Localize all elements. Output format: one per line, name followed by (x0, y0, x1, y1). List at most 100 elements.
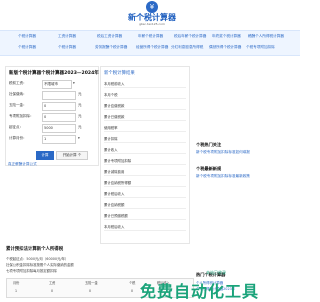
result-label: 使用税率 (104, 126, 118, 130)
result-row: 累计已缴税款 (104, 112, 186, 121)
top-navigation: 个税计算器 工资计算器 税后工资计算器 年薪个税计算器 税后年薪个税计算器 年终… (0, 30, 300, 56)
result-row: 累计应纳税额 (104, 200, 186, 209)
insurance-input[interactable]: 0 (42, 102, 76, 111)
result-label: 累计已缴税款 (104, 115, 125, 119)
result-row: 本月个税 (104, 90, 186, 99)
month-label: 计算月份： (9, 136, 27, 140)
result-label: 累计收入 (104, 148, 118, 152)
row-salary: 税前工资： 不限城市 ▾ (9, 80, 95, 89)
result-row: 累计专项附加扣除 (104, 156, 186, 165)
city-select[interactable]: 不限城市 (42, 80, 72, 89)
bottom-text-2: 社保公积金扣除标准按照个人实际缴纳的金额 (6, 263, 74, 267)
row-special: 专项附加扣除： 0 元 (9, 113, 95, 122)
social-label: 社保缴纳： (9, 92, 27, 96)
header: ¥ 新个税计算器 gbsc.tax125.com (0, 0, 300, 29)
row-social: 社保缴纳： 元 (9, 91, 95, 100)
chevron-down-icon: ▾ (73, 81, 75, 85)
threshold-label: 起征点： (9, 125, 23, 129)
result-row: 累计应缴税款 (104, 101, 186, 110)
result-title: 新个税计算结果 (104, 71, 135, 76)
special-unit: 元 (78, 114, 82, 118)
result-card: 新个税计算结果 本月税前收入 本月个税 累计应缴税款 累计已缴税款 使用税率 累… (100, 66, 190, 244)
result-label: 累计应纳税额 (104, 203, 125, 207)
result-label: 累计已预缴税额 (104, 214, 128, 218)
result-label: 累计减除费用 (104, 170, 125, 174)
result-row: 累计税后收入 (104, 189, 186, 198)
special-value: 0 (44, 115, 47, 119)
result-label: 累计专项附加扣除 (104, 159, 132, 163)
result-row: 累计应纳税所得额 (104, 178, 186, 187)
result-label: 累计税后收入 (104, 192, 125, 196)
hot-topic-link[interactable]: 新个税专项附加扣除标准如何填报 (196, 150, 250, 155)
nav-item-1[interactable]: 个税计算器 (18, 34, 36, 39)
insurance-unit: 元 (78, 103, 82, 107)
result-label: 本月税后收入 (104, 225, 125, 229)
formula-link[interactable]: 真正薪酬计算公式 (8, 162, 37, 167)
table-header: 五险一金 (85, 281, 98, 285)
city-value: 不限城市 (44, 82, 58, 86)
calculate-button[interactable]: 计算 (36, 151, 54, 160)
watermark-text: 免费自动化工具 (140, 282, 260, 301)
table-header: 工资 (49, 281, 56, 285)
result-row: 累计减除费用 (104, 167, 186, 176)
logo-icon: ¥ (146, 1, 158, 13)
table-cell: 0 (89, 289, 92, 293)
watermark-subtitle: 本站已收录 (206, 270, 226, 275)
result-label: 本月税前收入 (104, 82, 125, 86)
row-threshold: 起征点： 5000 元 (9, 124, 95, 133)
reset-button[interactable]: 开始计算 个 (56, 151, 88, 160)
table-header: 月份 (13, 281, 20, 285)
nav-item-14[interactable]: 个税专项附加扣除 (246, 45, 275, 50)
month-select[interactable]: 1 (42, 135, 76, 144)
threshold-unit: 元 (78, 125, 82, 129)
result-label: 累计应缴税款 (104, 104, 125, 108)
nav-item-9[interactable]: 个税计算器 (58, 45, 76, 50)
result-label: 累计应纳税所得额 (104, 181, 132, 185)
row-insurance: 五险一金： 0 元 (9, 102, 95, 111)
row-month: 计算月份： 1 ▾ (9, 135, 95, 144)
nav-item-4[interactable]: 年薪个税计算器 (138, 34, 163, 39)
nav-item-8[interactable]: 个税计算器 (18, 45, 36, 50)
nav-item-7[interactable]: 稿酬个人所得税计算器 (248, 34, 284, 39)
nav-item-11[interactable]: 经营所得个税计算器 (136, 45, 168, 50)
new-rules-link[interactable]: 新个税专项附加扣除标准最新政策 (196, 174, 250, 179)
insurance-value: 0 (44, 104, 47, 108)
insurance-label: 五险一金： (9, 103, 27, 107)
nav-item-10[interactable]: 劳务报酬个税计算器 (95, 45, 127, 50)
result-row: 累计收入 (104, 145, 186, 154)
result-row: 累计扣除 (104, 134, 186, 143)
nav-item-3[interactable]: 税后工资计算器 (97, 34, 122, 39)
result-label: 本月个税 (104, 93, 118, 97)
tax-calculator-card: 新版个税计算器个税计算器2023—2024年 税前工资： 不限城市 ▾ 社保缴纳… (5, 66, 99, 166)
social-unit: 元 (78, 92, 82, 96)
threshold-value: 5000 (44, 126, 53, 130)
calculator-title: 新版个税计算器个税计算器2023—2024年 (9, 71, 99, 76)
social-input[interactable] (42, 91, 76, 100)
bottom-text-1: 个税起征点：5000元/月（60000元/年） (6, 257, 69, 261)
result-row: 使用税率 (104, 123, 186, 132)
bottom-text-3: 七项专项附加扣除每月按定额扣除 (6, 269, 57, 273)
nav-item-13[interactable]: 偶然所得个税计算器 (209, 45, 241, 50)
special-input[interactable]: 0 (42, 113, 76, 122)
result-row: 累计已预缴税额 (104, 211, 186, 220)
hot-topics-title: 个税热门关注 (196, 142, 222, 147)
logo-title: 新个税计算器 (128, 13, 176, 22)
threshold-input[interactable]: 5000 (42, 124, 76, 133)
table-cell: 0 (51, 289, 54, 293)
nav-item-5[interactable]: 税后年薪个税计算器 (174, 34, 206, 39)
chevron-down-icon: ▾ (78, 136, 80, 140)
logo-url: gbsc.tax125.com (139, 22, 165, 26)
bottom-title: 累计预扣法计算新个人所得税 (6, 247, 64, 252)
watermark: 本站已收录 免费自动化工具 (128, 270, 292, 301)
result-label: 累计扣除 (104, 137, 118, 141)
nav-item-12[interactable]: 分红利息股息所得税 (171, 45, 203, 50)
salary-label: 税前工资： (9, 81, 27, 85)
new-rules-title: 个税最新新规 (196, 166, 222, 171)
result-row: 本月税后收入 (104, 222, 186, 231)
logo[interactable]: ¥ 新个税计算器 gbsc.tax125.com (126, 1, 178, 29)
result-row: 本月税前收入 (104, 79, 186, 88)
nav-item-6[interactable]: 年终奖个税计算器 (212, 34, 241, 39)
month-value: 1 (44, 137, 47, 141)
nav-item-2[interactable]: 工资计算器 (58, 34, 76, 39)
table-cell: 1 (15, 289, 18, 293)
